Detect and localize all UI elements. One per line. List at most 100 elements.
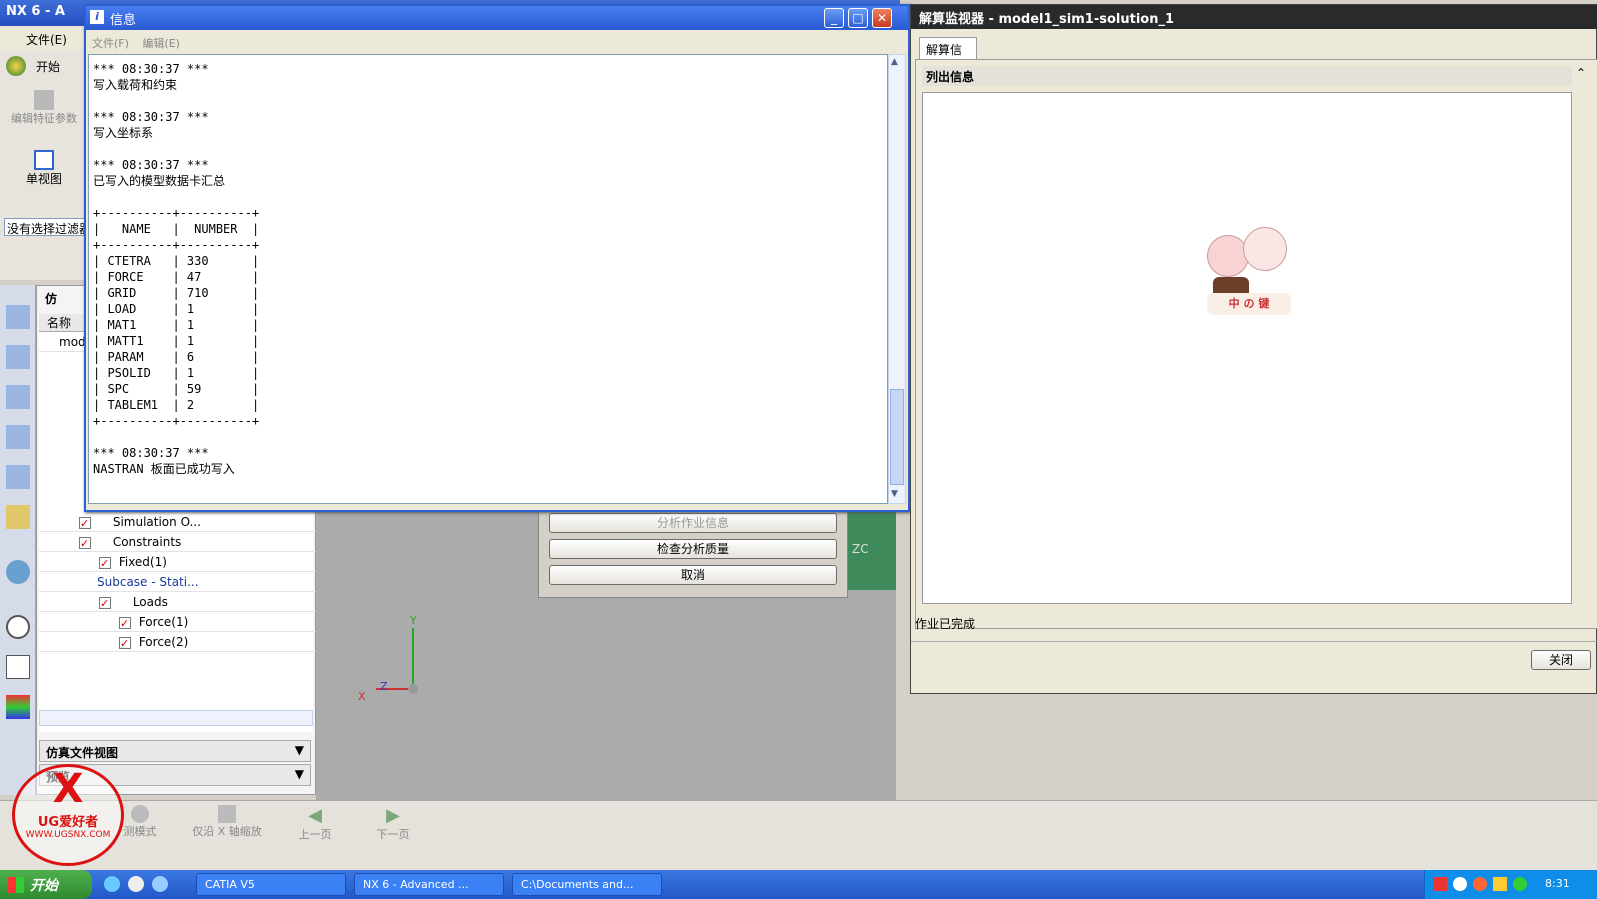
task-explorer[interactable]: C:\Documents and... [512, 873, 662, 896]
tree-row[interactable]: Fixed(1) [39, 552, 317, 574]
selection-filter-select[interactable]: 没有选择过滤器 [4, 218, 88, 236]
start-label: 开始 [36, 60, 61, 74]
shield-icon[interactable] [1493, 877, 1507, 891]
tree-row-label: Simulation O... [112, 515, 201, 529]
chevron-up-icon[interactable]: ⌃ [1576, 66, 1586, 80]
chevron-down-icon[interactable]: ▼ [295, 743, 304, 757]
sim-file-view-label: 仿真文件视图 [46, 746, 119, 760]
solve-monitor-window: 解算监视器 - model1_sim1-solution_1 解算信息 列出信息… [910, 4, 1597, 694]
sticker-face-right [1243, 227, 1287, 271]
task-catia[interactable]: CATIA V5 [196, 873, 346, 896]
assembly-navigator-icon[interactable] [6, 345, 30, 369]
sim-file-view-panel[interactable]: 仿真文件视图 ▼ [39, 740, 311, 762]
ie-icon[interactable] [104, 876, 120, 892]
next-page-button[interactable]: ▶ 下一页 [368, 805, 418, 855]
resource-bar [0, 285, 36, 795]
ug-watermark-logo: X UG爱好者 WWW.UGSNX.COM [12, 764, 124, 866]
mesh-model[interactable]: ZC [848, 500, 896, 590]
tree-row[interactable]: Force(1) [39, 612, 317, 634]
horizontal-scrollbar[interactable] [39, 710, 313, 726]
start-menu-button[interactable]: 开始 [6, 54, 86, 78]
log-line: +----------+----------+ [93, 238, 260, 252]
log-line: *** 08:30:37 *** [93, 158, 209, 172]
checkbox[interactable] [119, 614, 131, 634]
maximize-button[interactable]: □ [848, 8, 868, 28]
tray-arrow-icon[interactable] [1453, 877, 1467, 891]
arrow-left-icon: ◀ [308, 805, 322, 826]
windows-logo-icon [8, 877, 24, 893]
tree-row[interactable]: Constraints [39, 532, 317, 554]
list-info-area[interactable]: 中 の 键 [922, 92, 1572, 604]
messenger-icon[interactable] [152, 876, 168, 892]
part-navigator-icon[interactable] [6, 305, 30, 329]
analysis-dialog: 分析作业信息 检查分析质量 取消 [538, 500, 848, 598]
edit-feature-label: 编辑特征参数 [11, 112, 77, 125]
sensor-navigator-icon[interactable] [6, 465, 30, 489]
chevron-down-icon[interactable]: ▼ [295, 767, 304, 781]
log-line: | LOAD | 1 | [93, 302, 260, 316]
minimize-button[interactable]: _ [824, 8, 844, 28]
simulation-navigator-icon[interactable] [6, 425, 30, 449]
scroll-thumb[interactable] [890, 389, 904, 485]
scroll-up-icon[interactable]: ▲ [891, 57, 898, 67]
info-menu-edit[interactable]: 编辑(E) [142, 37, 180, 50]
close-button[interactable]: ✕ [872, 8, 892, 28]
log-line: | PSOLID | 1 | [93, 366, 260, 380]
solve-monitor-title[interactable]: 解算监视器 - model1_sim1-solution_1 [911, 5, 1597, 29]
antivirus-icon[interactable] [1473, 877, 1487, 891]
tree-row-label: Subcase - Stati... [97, 575, 199, 589]
log-line: *** 08:30:37 *** [93, 446, 209, 460]
history-icon[interactable] [6, 615, 30, 639]
tree-row[interactable]: Loads [39, 592, 317, 614]
log-line: *** 08:30:37 *** [93, 62, 209, 76]
taskbar: 开始 CATIA V5 NX 6 - Advanced ... C:\Docum… [0, 870, 1597, 899]
start-button[interactable]: 开始 [0, 870, 92, 899]
reuse-library-icon[interactable] [6, 505, 30, 529]
web-browser-icon[interactable] [6, 560, 30, 584]
system-materials-icon[interactable] [6, 655, 30, 679]
edit-feature-button[interactable]: 编辑特征参数 [4, 90, 84, 130]
network-icon[interactable] [1513, 877, 1527, 891]
cancel-button[interactable]: 取消 [549, 565, 837, 585]
close-monitor-button[interactable]: 关闭 [1531, 650, 1591, 670]
tree-row[interactable]: Subcase - Stati... [39, 572, 317, 592]
analysis-job-info-button[interactable]: 分析作业信息 [549, 513, 837, 533]
roles-icon[interactable] [6, 695, 30, 719]
check-quality-button[interactable]: 检查分析质量 [549, 539, 837, 559]
menu-file[interactable]: 文件(E) [26, 31, 67, 48]
tree-row[interactable]: Simulation O... [39, 512, 317, 534]
log-line: | FORCE | 47 | [93, 270, 260, 284]
log-line: | MAT1 | 1 | [93, 318, 260, 332]
graphics-window[interactable]: 分析作业信息 检查分析质量 取消 ZC Y X Z [316, 500, 896, 800]
view-triad: Y X Z [356, 614, 436, 703]
tree-row[interactable]: Force(2) [39, 632, 317, 654]
constraint-navigator-icon[interactable] [6, 385, 30, 409]
zoom-x-icon [218, 805, 236, 823]
solve-monitor-footer: 关闭 [911, 641, 1597, 681]
task-nx[interactable]: NX 6 - Advanced ... [354, 873, 504, 896]
tab-solve-info[interactable]: 解算信息 [919, 37, 977, 74]
navigator-tab[interactable]: 仿 [45, 290, 57, 307]
measure-icon [131, 805, 149, 823]
desktop-icon[interactable] [128, 876, 144, 892]
checkbox[interactable] [99, 554, 111, 574]
single-view-label: 单视图 [25, 172, 62, 186]
vertical-scrollbar[interactable]: ▲ ▼ [888, 54, 906, 504]
checkbox[interactable] [99, 594, 111, 614]
prev-page-button[interactable]: ◀ 上一页 [290, 805, 340, 855]
checkbox[interactable] [119, 634, 131, 654]
along-x-zoom-button[interactable]: 仅沿 X 轴缩放 [190, 805, 264, 855]
checkbox[interactable] [79, 514, 91, 534]
checkbox[interactable] [79, 534, 91, 554]
ime-icon[interactable] [1433, 877, 1447, 891]
tree-row-label: Force(1) [138, 615, 189, 629]
scroll-down-icon[interactable]: ▼ [891, 489, 898, 499]
info-menu-file[interactable]: 文件(F) [92, 37, 129, 50]
nx-title: NX 6 - A [6, 4, 65, 19]
info-text-area[interactable]: *** 08:30:37 *** 写入载荷和约束 *** 08:30:37 ***… [88, 54, 888, 504]
single-view-button[interactable]: 单视图 [4, 150, 84, 194]
watermark-x-icon: X [52, 766, 84, 812]
y-axis-line [412, 628, 414, 690]
info-titlebar[interactable]: i 信息 _ □ ✕ [86, 6, 908, 30]
